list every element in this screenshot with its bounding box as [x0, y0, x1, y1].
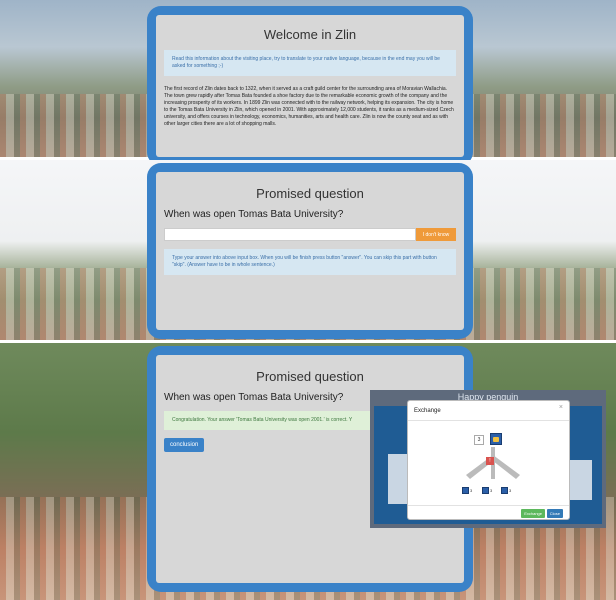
welcome-panel-content: Welcome in Zlin Read this information ab… [156, 15, 464, 157]
city-description: The first record of Zlin dates back to 1… [164, 86, 454, 127]
dont-know-button[interactable]: I don't know [416, 228, 456, 241]
info-alert: Read this information about the visiting… [164, 50, 456, 76]
item-slot[interactable] [482, 487, 489, 494]
question-text: When was open Tomas Bata University? [164, 209, 344, 220]
item-count: 3 [470, 488, 473, 493]
welcome-panel: Welcome in Zlin Read this information ab… [147, 6, 473, 166]
slot-count: 3 [477, 437, 481, 443]
page-title: Promised question [256, 186, 364, 201]
item-count: 3 [490, 488, 493, 493]
page-title: Welcome in Zlin [263, 27, 357, 42]
input-slot[interactable]: 3 [474, 435, 484, 445]
hint-alert: Type your answer into above input box. W… [164, 249, 456, 275]
conclusion-button[interactable]: conclusion [164, 438, 205, 452]
close-icon[interactable]: × [559, 404, 563, 411]
question-panel: Promised question When was open Tomas Ba… [147, 163, 473, 339]
item-slot[interactable] [501, 487, 508, 494]
page-title: Promised question [256, 369, 364, 384]
answer-row: I don't know [164, 228, 456, 241]
item-slot[interactable] [462, 487, 469, 494]
close-button[interactable]: Close [546, 509, 563, 518]
item-count: 3 [509, 488, 512, 493]
exchange-modal: Exchange × 3 ! 3 3 3 Exchange Close [407, 400, 570, 520]
exchange-arrows-icon [466, 447, 520, 479]
exchange-marker: ! [486, 457, 494, 465]
fish-icon[interactable] [490, 433, 502, 445]
question-panel-content: Promised question When was open Tomas Ba… [156, 172, 464, 330]
answer-input[interactable] [164, 228, 416, 241]
modal-title: Exchange [414, 408, 441, 414]
exchange-button[interactable]: Exchange [521, 509, 545, 518]
